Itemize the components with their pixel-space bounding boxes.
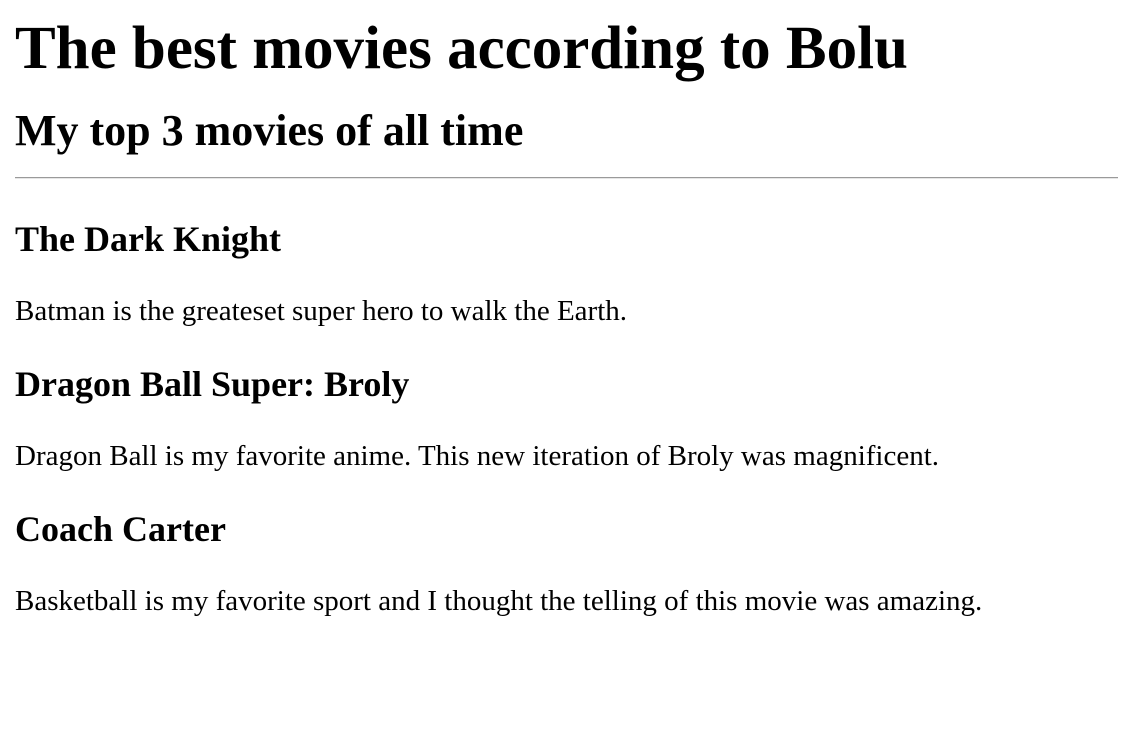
page-title: The best movies according to Bolu <box>15 15 908 82</box>
movie-title-dark-knight: The Dark Knight <box>15 218 282 259</box>
movie-description-coach-carter: Basketball is my favorite sport and I th… <box>15 584 983 617</box>
movie-title-coach-carter: Coach Carter <box>15 508 226 549</box>
page-subtitle: My top 3 movies of all time <box>15 106 524 156</box>
movie-description-dark-knight: Batman is the greateset super hero to wa… <box>15 294 628 327</box>
page-content: The best movies according to Bolu My top… <box>0 14 1133 619</box>
movie-title-dragon-ball-super-broly: Dragon Ball Super: Broly <box>15 363 410 404</box>
movie-description-dragon-ball-super-broly: Dragon Ball is my favorite anime. This n… <box>15 439 940 472</box>
divider <box>15 176 1118 179</box>
